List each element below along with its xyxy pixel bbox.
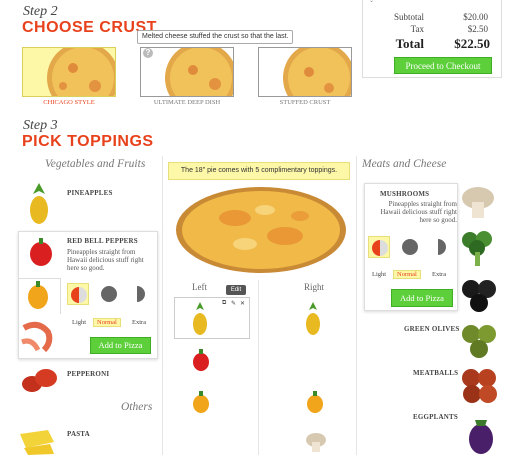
meatballs-icon: [462, 369, 497, 403]
step2-label: Step 2: [23, 4, 58, 19]
subtotal-value: $20.00: [463, 12, 488, 22]
topping-name-green-olives[interactable]: GREEN OLIVES: [404, 325, 460, 333]
crust-option-deep-dish[interactable]: [140, 47, 234, 97]
placed-topping-selected[interactable]: [174, 297, 250, 339]
crust-label-deep-dish: ULTIMATE DEEP DISH: [153, 99, 221, 106]
step3-title: PICK TOPPINGS: [22, 133, 154, 150]
broccoli-icon: [462, 231, 492, 266]
amount-extra[interactable]: Extra: [132, 319, 146, 326]
step3-label: Step 3: [23, 118, 58, 133]
close-icon[interactable]: ✕: [240, 300, 245, 307]
placement-whole-button[interactable]: [399, 236, 421, 258]
pizza-image: [165, 48, 233, 96]
right-half-label: Right: [304, 282, 325, 292]
topping-name-pepperoni[interactable]: PEPPERONI: [67, 370, 109, 378]
checkout-button[interactable]: Proceed to Checkout: [394, 57, 492, 74]
whole-circle-icon: [101, 286, 117, 302]
half-right-icon: [438, 239, 446, 255]
column-divider: [162, 156, 163, 455]
veg-column-heading: Vegetables and Fruits: [45, 158, 146, 170]
tax-value: $2.50: [467, 24, 488, 34]
mushroom-icon: [462, 187, 494, 218]
topping-name-red-peppers: RED BELL PEPPERS: [67, 237, 138, 245]
chevron-icon: ⌄: [369, 0, 375, 4]
pasta-icon: [20, 430, 54, 455]
help-icon[interactable]: ?: [143, 48, 153, 58]
topping-desc-mushrooms: Pineapples straight from Hawaii deliciou…: [380, 200, 457, 224]
eggplant-icon: [469, 420, 493, 454]
total-value: $22.50: [454, 36, 490, 51]
pizza-preview-image: [176, 187, 346, 273]
placement-left-button[interactable]: [368, 236, 390, 258]
red-pepper-icon: [193, 349, 209, 371]
others-heading: Others: [121, 401, 153, 413]
column-divider: [356, 156, 357, 455]
topping-name-mushrooms: MUSHROOMS: [380, 190, 430, 198]
amount-extra[interactable]: Extra: [432, 271, 446, 278]
pineapple-icon: [30, 183, 48, 224]
yellow-pepper-icon: [307, 391, 323, 413]
placement-whole-button[interactable]: [98, 283, 120, 305]
pencil-icon[interactable]: ✎: [231, 300, 236, 307]
topping-desc-red-peppers: Pineapples straight from Hawaii deliciou…: [67, 248, 144, 272]
column-divider: [258, 280, 259, 455]
crust-label-stuffed: STUFFED CRUST: [279, 99, 331, 106]
left-half-label: Left: [192, 282, 207, 292]
placement-left-button[interactable]: [67, 283, 89, 305]
meat-column-heading: Meats and Cheese: [362, 158, 447, 170]
crust-option-stuffed[interactable]: [258, 47, 352, 97]
topping-name-eggplants[interactable]: EGGPLANTS: [413, 413, 458, 421]
pizza-image: [283, 48, 351, 96]
placement-right-button[interactable]: [126, 283, 148, 305]
half-left-icon: [372, 240, 388, 256]
amount-light[interactable]: Light: [372, 271, 386, 278]
add-to-pizza-button[interactable]: Add to Pizza: [391, 289, 453, 307]
green-olives-icon: [462, 325, 496, 358]
crust-tooltip: Melted cheese stuffed the crust so that …: [137, 30, 293, 44]
crust-label-chicago: CHICAGO STYLE: [43, 99, 95, 106]
yellow-pepper-icon: [193, 391, 209, 413]
half-right-icon: [137, 286, 145, 302]
pineapple-icon: [306, 302, 320, 335]
whole-circle-icon: [402, 239, 418, 255]
toppings-notice: The 18" pie comes with 5 complimentary t…: [168, 162, 350, 180]
pizza-image: [47, 48, 115, 96]
yellow-pepper-icon: [28, 281, 48, 309]
topping-name-pasta[interactable]: PASTA: [67, 430, 90, 438]
half-left-icon: [71, 287, 87, 303]
tax-label: Tax: [410, 24, 424, 34]
edit-tooltip: Edit: [226, 285, 246, 295]
topping-name-pineapples[interactable]: PINEAPPLES: [67, 189, 113, 197]
amount-normal[interactable]: Normal: [393, 270, 421, 279]
crust-option-chicago[interactable]: [22, 47, 116, 97]
black-olives-icon: [462, 280, 496, 312]
total-label: Total: [395, 36, 424, 51]
pepperoni-icon: [22, 369, 57, 392]
mushroom-icon: [306, 433, 326, 452]
red-pepper-icon: [30, 238, 52, 266]
subtotal-label: Subtotal: [393, 12, 424, 22]
amount-light[interactable]: Light: [72, 319, 86, 326]
amount-normal[interactable]: Normal: [93, 318, 121, 327]
pineapple-icon: [193, 302, 207, 335]
placement-right-button[interactable]: [427, 236, 449, 258]
add-to-pizza-button[interactable]: Add to Pizza: [90, 337, 151, 354]
shrimp-icon: [21, 321, 53, 353]
order-summary: ⌄ Subtotal $20.00 Tax $2.50 Total $22.50…: [362, 0, 502, 78]
copy-icon[interactable]: ⧉: [222, 300, 226, 307]
topping-name-meatballs[interactable]: MEATBALLS: [413, 369, 458, 377]
